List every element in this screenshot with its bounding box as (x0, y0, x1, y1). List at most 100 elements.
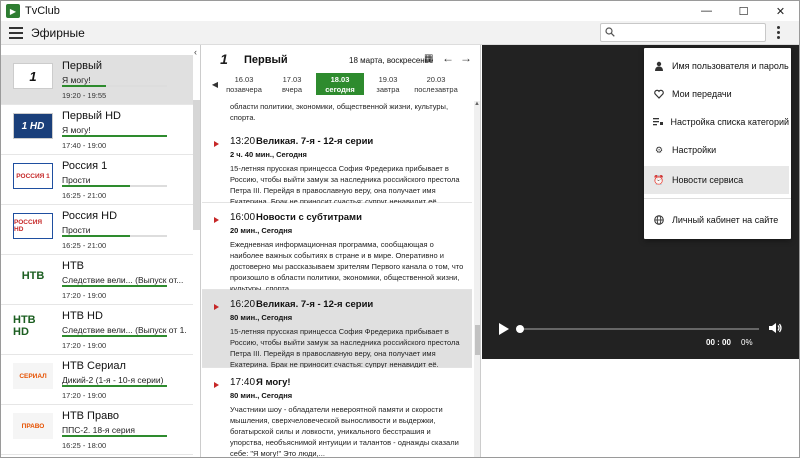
window-title: TvClub (25, 5, 60, 17)
program-duration: 80 мин., Сегодня (230, 313, 293, 322)
day-label: вчера (281, 85, 303, 94)
channel-name: Первый (62, 60, 103, 72)
channel-item-selected[interactable]: 1 Первый Я могу! 19:20 - 19:55 (1, 55, 193, 105)
channel-item[interactable]: РОССИЯ 1 Россия 1 Прости 16:25 - 21:00 (1, 155, 193, 205)
channel-show-time: 19:20 - 19:55 (62, 91, 107, 100)
next-day-icon[interactable]: → (460, 51, 472, 65)
epg-panel: 1 Первый 18 марта, воскресенье ▦ ← → ◀ 1… (202, 45, 481, 458)
program-description: Ежедневная информационная программа, соо… (230, 240, 464, 293)
prev-day-icon[interactable]: ← (442, 51, 454, 65)
menu-item-personal-account[interactable]: Личный кабинет на сайте (644, 206, 789, 234)
show-progress-bar (62, 285, 167, 287)
program-time: 13:20 (230, 136, 256, 147)
menu-item-label: Имя пользователя и пароль (672, 61, 789, 71)
player-controls: 00 : 00 0% (482, 311, 799, 359)
channel-item[interactable]: НТВ HD НТВ HD Следствие вели... (Выпуск от… (1, 305, 193, 355)
channel-current-show: Я могу! (62, 125, 91, 135)
menu-item-category-settings[interactable]: Настройка списка категорий (644, 108, 789, 136)
program-title: Я могу! (256, 377, 291, 388)
menu-item-my-shows[interactable]: Мои передачи (644, 80, 789, 108)
channel-item[interactable]: 1 HD Первый HD Я могу! 17:40 - 19:00 (1, 105, 193, 155)
menu-item-username-password[interactable]: Имя пользователя и пароль (644, 52, 789, 80)
day-tab[interactable]: 19.03 завтра (364, 73, 412, 95)
epg-date: 18 марта, воскресенье (349, 56, 434, 65)
program-row[interactable]: 16:00 Новости с субтитрами 20 мин., Сего… (202, 203, 472, 293)
channel-logo: 1 (220, 51, 228, 67)
program-row[interactable]: 13:20 Великая. 7-я - 12-я серии 2 ч. 40 … (202, 127, 472, 206)
seek-handle[interactable] (516, 325, 524, 333)
program-description: 15-летняя прусская принцесса София Фреде… (230, 164, 460, 206)
channel-list-scrollbar[interactable] (193, 100, 200, 230)
collapse-panel-icon[interactable]: ‹ (194, 47, 197, 57)
day-tab-selected[interactable]: 18.03 сегодня (316, 73, 364, 95)
channel-item[interactable]: НТВ НТВ Следствие вели... (Выпуск от... 17:… (1, 255, 193, 305)
channel-logo: РОССИЯ 1 (13, 163, 53, 189)
show-progress-fill (62, 285, 167, 287)
hamburger-menu-icon[interactable] (9, 27, 23, 39)
show-progress-fill (62, 335, 167, 337)
day-label: позавчера (226, 85, 262, 94)
menu-item-settings[interactable]: ⚙ Настройки (644, 136, 789, 164)
program-duration: 2 ч. 40 мин., Сегодня (230, 150, 307, 159)
menu-item-service-news[interactable]: ⏰ Новости сервиса (644, 166, 789, 194)
show-progress-bar (62, 185, 167, 187)
program-row[interactable]: 17:40 Я могу! 80 мин., Сегодня Участники… (202, 368, 472, 458)
program-row-selected[interactable]: 16:20 Великая. 7-я - 12-я серии 80 мин.,… (202, 290, 472, 369)
days-left-icon[interactable]: ◀ (210, 73, 220, 95)
globe-icon (653, 214, 665, 226)
maximize-button[interactable]: ☐ (725, 1, 762, 21)
playback-time: 00 : 00 (706, 338, 731, 347)
program-time: 17:40 (230, 377, 256, 388)
day-date: 16.03 (234, 75, 254, 84)
channel-item[interactable]: СЕРИАЛ НТВ Сериал Дикий-2 (1-я - 10-я сери… (1, 355, 193, 405)
section-title: Эфирные (31, 26, 85, 40)
program-duration: 20 мин., Сегодня (230, 226, 293, 235)
seek-bar[interactable] (519, 328, 759, 330)
menu-item-label: Настройки (672, 145, 717, 155)
person-icon (653, 60, 665, 72)
channel-item[interactable]: РОССИЯ HD Россия HD Прости 16:25 - 21:00 (1, 205, 193, 255)
app-window: ▶ TvClub — ☐ ✕ Эфирные ‹ 1 Первый Я могу! 1… (0, 0, 800, 458)
scroll-thumb[interactable] (475, 325, 480, 355)
day-tab[interactable]: 16.03 позавчера (220, 73, 268, 95)
channel-name: НТВ HD (62, 310, 103, 322)
search-input[interactable] (600, 23, 766, 42)
search-icon (605, 27, 615, 37)
channel-name: НТВ (62, 260, 84, 272)
channel-current-show: Я могу! (62, 75, 91, 85)
channel-item[interactable]: ПРАВО НТВ Право ППС-2. 18-я серия 16:25 - 1… (1, 405, 193, 455)
epg-scrollbar[interactable]: ▲ (474, 101, 480, 457)
channel-logo: ПРАВО (13, 413, 53, 439)
channel-logo: 1 (13, 63, 53, 89)
day-label: завтра (376, 85, 400, 94)
day-tab[interactable]: 20.03 послезавтра (412, 73, 460, 95)
app-logo-icon: ▶ (6, 4, 20, 18)
program-duration: 80 мин., Сегодня (230, 391, 293, 400)
program-description: области политики, экономики, общественно… (230, 102, 449, 122)
play-icon[interactable] (499, 323, 509, 335)
show-progress-bar (62, 385, 167, 387)
calendar-icon[interactable]: ▦ (424, 53, 433, 64)
scroll-up-icon[interactable]: ▲ (474, 101, 480, 107)
channel-name: НТВ Сериал (62, 360, 126, 372)
channel-show-time: 16:25 - 18:00 (62, 441, 107, 450)
day-label: послезавтра (414, 85, 458, 94)
channel-show-time: 17:20 - 19:00 (62, 391, 107, 400)
live-marker-icon (214, 217, 219, 223)
show-progress-bar (62, 435, 167, 437)
more-options-icon[interactable] (775, 26, 781, 40)
channel-show-time: 17:20 - 19:00 (62, 291, 107, 300)
close-button[interactable]: ✕ (762, 1, 799, 21)
day-date: 18.03 (330, 75, 350, 84)
minimize-button[interactable]: — (688, 1, 725, 21)
channel-logo: РОССИЯ HD (13, 213, 53, 239)
day-tab[interactable]: 17.03 вчера (268, 73, 316, 95)
volume-icon[interactable] (768, 321, 782, 335)
channel-current-show: Прости (62, 175, 91, 185)
channel-logo: НТВ (21, 270, 45, 282)
day-selector: ◀ 16.03 позавчера 17.03 вчера 18.03 сегодня… (210, 73, 472, 95)
menu-item-label: Новости сервиса (672, 175, 744, 185)
program-description: Участники шоу - обладатели невероятной п… (230, 405, 459, 458)
menu-divider (644, 198, 791, 199)
live-marker-icon (214, 141, 219, 147)
